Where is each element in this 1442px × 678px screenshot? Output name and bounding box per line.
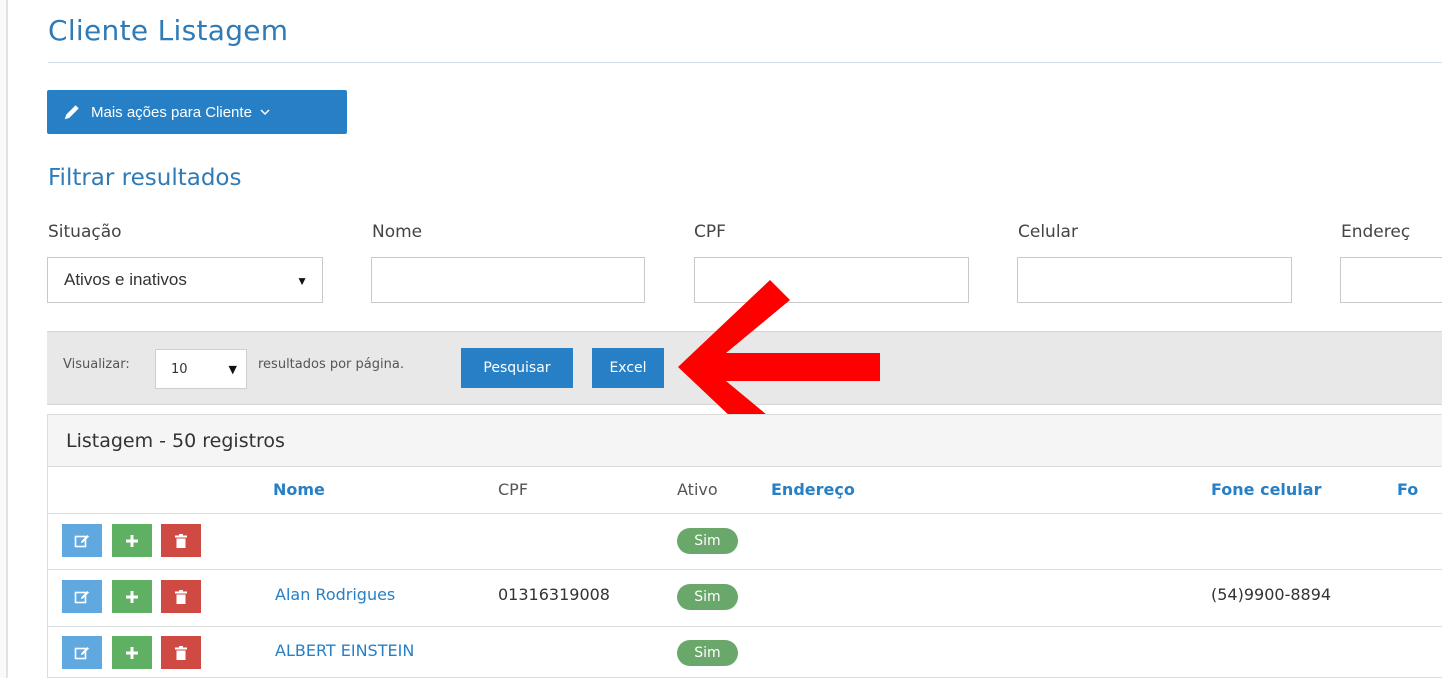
row-name-link[interactable]: ALBERT EINSTEIN: [275, 641, 414, 660]
chevron-down-icon: [260, 109, 270, 116]
page-title: Cliente Listagem: [48, 14, 289, 47]
row-divider: [48, 569, 1442, 570]
status-badge: Sim: [677, 584, 738, 610]
celular-label: Celular: [1018, 222, 1078, 242]
add-button[interactable]: [112, 636, 152, 669]
pencil-icon: [64, 105, 79, 120]
row-divider: [48, 513, 1442, 514]
status-badge: Sim: [677, 640, 738, 666]
edit-button[interactable]: [62, 524, 102, 557]
more-actions-label: Mais ações para Cliente: [91, 103, 252, 121]
celular-input[interactable]: [1017, 257, 1292, 303]
delete-button[interactable]: [161, 580, 201, 613]
view-label: Visualizar:: [63, 357, 130, 372]
situacao-selected-value: Ativos e inativos: [64, 270, 187, 289]
edit-icon: [74, 646, 89, 659]
per-page-suffix: resultados por página.: [258, 357, 404, 372]
column-header-endereco[interactable]: Endereço: [771, 480, 855, 499]
caret-down-icon: ▼: [228, 363, 237, 376]
situacao-select[interactable]: Ativos e inativos ▼: [47, 257, 323, 303]
excel-button[interactable]: Excel: [592, 348, 664, 388]
per-page-select[interactable]: 10 ▼: [155, 349, 247, 389]
row-divider: [48, 626, 1442, 627]
filter-section-title: Filtrar resultados: [48, 165, 242, 191]
delete-button[interactable]: [161, 524, 201, 557]
left-rail: [0, 0, 8, 678]
edit-icon: [74, 590, 89, 603]
trash-icon: [175, 533, 187, 548]
nome-input[interactable]: [371, 257, 645, 303]
situacao-label: Situação: [48, 222, 122, 242]
column-header-fone[interactable]: Fo: [1397, 480, 1418, 499]
listing-title: Listagem - 50 registros: [66, 430, 285, 452]
column-header-cpf: CPF: [498, 480, 529, 499]
plus-icon: [126, 590, 138, 603]
column-header-nome[interactable]: Nome: [273, 480, 325, 499]
add-button[interactable]: [112, 580, 152, 613]
delete-button[interactable]: [161, 636, 201, 669]
edit-button[interactable]: [62, 636, 102, 669]
nome-label: Nome: [372, 222, 423, 242]
edit-icon: [74, 534, 89, 547]
per-page-value: 10: [171, 361, 188, 377]
column-header-ativo: Ativo: [677, 480, 718, 499]
endereco-input[interactable]: [1340, 257, 1442, 303]
cpf-label: CPF: [694, 222, 726, 242]
add-button[interactable]: [112, 524, 152, 557]
title-divider: [48, 62, 1442, 63]
row-cpf: 01316319008: [498, 585, 610, 604]
row-fone-celular: (54)9900-8894: [1211, 585, 1332, 604]
column-header-fone-celular[interactable]: Fone celular: [1211, 480, 1321, 499]
trash-icon: [175, 589, 187, 604]
endereco-label: Endereç: [1341, 222, 1411, 242]
search-button[interactable]: Pesquisar: [461, 348, 573, 388]
edit-button[interactable]: [62, 580, 102, 613]
more-actions-button[interactable]: Mais ações para Cliente: [47, 90, 347, 134]
plus-icon: [126, 534, 138, 547]
trash-icon: [175, 645, 187, 660]
plus-icon: [126, 646, 138, 659]
caret-down-icon: ▼: [296, 274, 308, 288]
status-badge: Sim: [677, 528, 738, 554]
row-name-link[interactable]: Alan Rodrigues: [275, 585, 395, 604]
